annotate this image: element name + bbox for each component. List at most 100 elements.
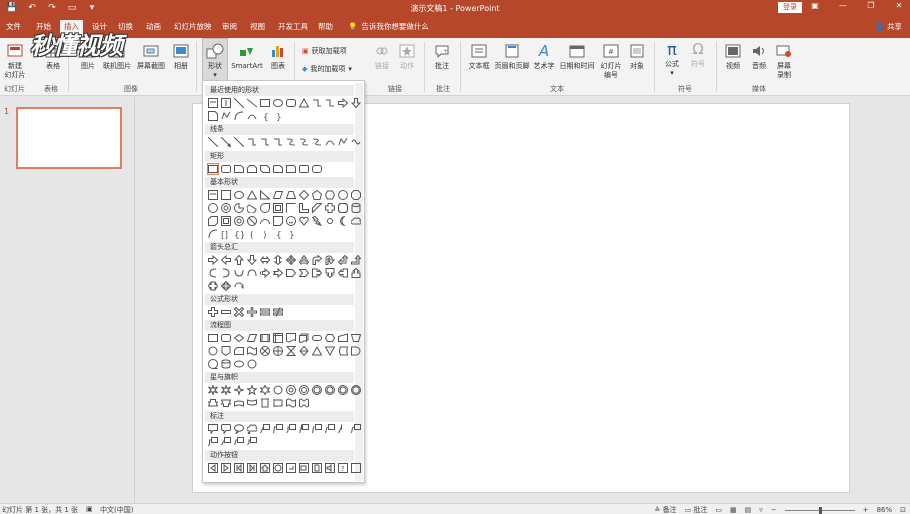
shape-curve[interactable] xyxy=(247,111,257,121)
shape-curved-arrow[interactable] xyxy=(299,137,309,147)
shape-star-10[interactable] xyxy=(299,385,309,395)
shape-action-sound[interactable] xyxy=(325,463,335,473)
chart-button[interactable]: 图表 xyxy=(266,42,290,71)
shape-diagonal-stripe[interactable] xyxy=(312,203,323,214)
shape-up-ribbon[interactable] xyxy=(207,398,219,408)
shape-elbow-connector[interactable] xyxy=(312,98,322,108)
album-button[interactable]: 相册 xyxy=(170,42,192,71)
shape-flowchart-manual-input[interactable] xyxy=(338,333,348,343)
shape-triangle[interactable] xyxy=(246,189,258,200)
shape-equal[interactable] xyxy=(260,307,270,317)
shape-donut[interactable] xyxy=(234,216,244,226)
shape-snip-diagonal[interactable] xyxy=(260,164,270,174)
shape-plaque[interactable] xyxy=(338,203,348,213)
shape-explosion-2[interactable] xyxy=(221,383,231,397)
shape-left-right-arrow[interactable] xyxy=(259,255,271,265)
comments-button[interactable]: ▭ 批注 xyxy=(685,505,708,514)
shape-line-callout-accent-2[interactable] xyxy=(312,424,322,434)
shape-no-symbol[interactable] xyxy=(247,216,257,226)
new-slide-button[interactable]: 新建 幻灯片 xyxy=(2,42,28,80)
shape-heart[interactable] xyxy=(299,216,309,226)
shape-lightning-bolt[interactable] xyxy=(311,215,322,226)
shape-oval[interactable] xyxy=(234,190,244,200)
shape-right-arrow[interactable] xyxy=(208,254,219,266)
shape-flowchart-merge[interactable] xyxy=(324,346,336,357)
shape-line-callout-border-1[interactable] xyxy=(338,424,348,434)
shape-cross[interactable] xyxy=(325,203,335,213)
zoom-in-icon[interactable]: + xyxy=(863,506,869,514)
link-button[interactable]: 链接 xyxy=(372,42,392,71)
shape-rounded-rectangular-callout[interactable] xyxy=(221,424,231,436)
shape-left-up-arrow[interactable] xyxy=(337,254,349,266)
shape-arc[interactable] xyxy=(234,111,244,121)
shape-curved-up-ribbon[interactable] xyxy=(234,398,244,408)
shape-bent-arrow[interactable] xyxy=(312,254,323,265)
shape-curved-double-arrow[interactable] xyxy=(312,137,322,147)
shape-flowchart-data[interactable] xyxy=(246,333,258,343)
restore-icon[interactable]: ❐ xyxy=(864,1,878,10)
shape-up-arrow-callout[interactable] xyxy=(351,267,361,278)
shape-round-diagonal[interactable] xyxy=(312,164,322,174)
shape-flowchart-document[interactable] xyxy=(286,333,296,343)
shape-down-arrow-callout[interactable] xyxy=(325,268,335,279)
shape-rectangular-callout[interactable] xyxy=(208,424,218,436)
shape-notched-right-arrow[interactable] xyxy=(272,267,284,279)
shape-line-callout-accent-3[interactable] xyxy=(325,424,335,434)
shape-star-24[interactable] xyxy=(338,385,348,395)
shape-not-equal[interactable] xyxy=(273,307,283,317)
shape-flowchart-connector[interactable] xyxy=(208,346,218,356)
shape-flowchart-process[interactable] xyxy=(208,333,218,343)
shape-left-arrow[interactable] xyxy=(220,254,231,266)
shape-line[interactable] xyxy=(233,97,245,109)
shape-u-turn-arrow[interactable] xyxy=(325,255,336,265)
textbox-button[interactable]: 文本框 xyxy=(466,42,492,71)
shape-freeform[interactable] xyxy=(221,111,231,121)
shape-star-7[interactable] xyxy=(273,385,283,395)
shape-moon[interactable] xyxy=(338,216,348,226)
shape-plus[interactable] xyxy=(208,307,218,317)
shape-snip-rectangle[interactable] xyxy=(208,111,218,121)
symbol-button[interactable]: Ω 符号 xyxy=(686,40,710,69)
shape-chevron[interactable] xyxy=(298,268,310,278)
zoom-out-icon[interactable]: − xyxy=(771,506,777,514)
tab-developer[interactable]: 开发工具 xyxy=(274,20,312,34)
login-button[interactable]: 登录 xyxy=(778,2,802,13)
shape-flowchart-stored-data[interactable] xyxy=(338,346,349,356)
datetime-button[interactable]: 日期和时间 xyxy=(558,42,596,71)
tab-review[interactable]: 审阅 xyxy=(218,20,241,34)
shape-right-bracket[interactable]: ) xyxy=(260,229,270,241)
shape-action-forward[interactable] xyxy=(221,463,231,473)
shape-rectangle[interactable] xyxy=(260,98,270,108)
shape-explosion[interactable] xyxy=(208,383,218,397)
shape-star-8[interactable] xyxy=(286,385,296,395)
shape-double-bracket[interactable]: [] xyxy=(221,229,231,241)
shape-line[interactable] xyxy=(207,136,219,148)
shape-flowchart-multidocument[interactable] xyxy=(299,333,309,343)
shape-left-right-up-arrow[interactable] xyxy=(298,254,310,266)
shape-curved-down-ribbon[interactable] xyxy=(247,398,257,408)
shape-left-bracket[interactable]: ( xyxy=(247,229,257,241)
shape-star-32[interactable] xyxy=(351,385,361,395)
shape-line[interactable] xyxy=(246,98,258,108)
minimize-icon[interactable]: — xyxy=(836,1,850,10)
shape-flowchart-internal-storage[interactable] xyxy=(273,333,283,343)
shape-double-arrow-line[interactable] xyxy=(233,136,245,148)
shape-action-return[interactable] xyxy=(286,463,296,473)
shape-flowchart-manual-operation[interactable] xyxy=(350,333,362,343)
shape-accent-border-callout-3[interactable] xyxy=(247,437,257,447)
shape-double-brace[interactable]: {} xyxy=(234,229,245,241)
tab-help[interactable]: 帮助 xyxy=(314,20,337,34)
shape-multiply[interactable] xyxy=(233,306,245,318)
normal-view-icon[interactable]: ▭ xyxy=(715,506,722,514)
tab-view[interactable]: 视图 xyxy=(246,20,269,34)
shapes-button[interactable]: 形状 ▾ xyxy=(202,38,228,84)
shape-star-4[interactable] xyxy=(232,383,246,397)
shape-accent-border-callout-2[interactable] xyxy=(234,437,244,447)
shape-action-end[interactable] xyxy=(247,463,257,473)
shape-pie[interactable] xyxy=(234,202,245,213)
shape-teardrop[interactable] xyxy=(260,203,270,213)
shape-action-information[interactable] xyxy=(273,463,283,473)
slide-number-button[interactable]: # 幻灯片 编号 xyxy=(598,42,624,80)
shape-star-5[interactable] xyxy=(245,384,259,396)
audio-button[interactable]: 音频 xyxy=(748,42,770,71)
